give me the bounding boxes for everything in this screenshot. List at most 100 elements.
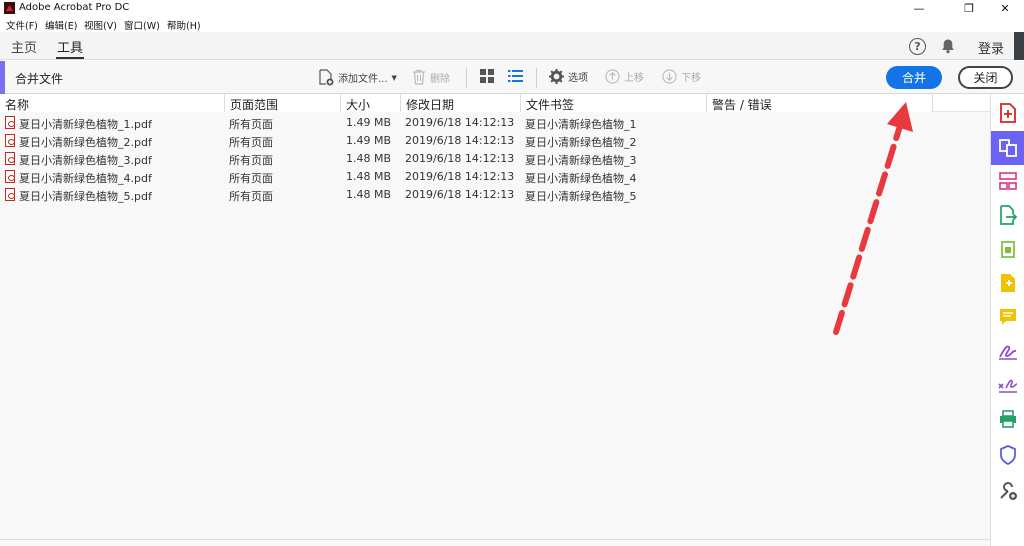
modified-date: 2019/6/18 14:12:13 (405, 134, 515, 147)
send-for-signature-icon[interactable] (996, 373, 1020, 397)
side-handle[interactable] (1014, 32, 1024, 60)
comment-icon[interactable] (996, 305, 1020, 329)
file-size: 1.48 MB (346, 170, 392, 183)
table-row[interactable]: 夏日小清新绿色植物_2.pdf 所有页面 1.49 MB 2019/6/18 1… (0, 132, 700, 150)
file-bookmark: 夏日小清新绿色植物_1 (525, 118, 637, 131)
file-name: 夏日小清新绿色植物_3.pdf (19, 154, 152, 167)
menu-window[interactable]: 窗口(W) (124, 18, 160, 32)
pdf-file-icon (5, 116, 15, 129)
column-header-bookmark[interactable]: 文件书签 (521, 94, 707, 112)
window-title: Adobe Acrobat Pro DC (19, 2, 130, 13)
tools-pane (990, 94, 1024, 546)
menu-view[interactable]: 视图(V) (84, 18, 117, 32)
file-bookmark: 夏日小清新绿色植物_2 (525, 136, 637, 149)
file-name: 夏日小清新绿色植物_5.pdf (19, 190, 152, 203)
file-bookmark: 夏日小清新绿色植物_5 (525, 190, 637, 203)
page-range[interactable]: 所有页面 (229, 188, 273, 204)
column-header-size[interactable]: 大小 (341, 94, 401, 112)
tab-home[interactable]: 主页 (11, 37, 37, 56)
combine-files-icon[interactable] (991, 131, 1024, 165)
add-files-label: 添加文件... (338, 74, 388, 85)
options-label: 选项 (568, 73, 588, 84)
file-name: 夏日小清新绿色植物_4.pdf (19, 172, 152, 185)
file-size: 1.49 MB (346, 134, 392, 147)
edit-pdf-icon[interactable] (996, 237, 1020, 261)
export-pdf-icon[interactable] (996, 203, 1020, 227)
create-pdf-icon[interactable] (996, 101, 1020, 125)
add-files-button[interactable]: 添加文件... ▼ (318, 69, 397, 86)
arrow-down-icon (662, 69, 677, 84)
active-tab-indicator (56, 57, 84, 59)
table-row[interactable]: 夏日小清新绿色植物_4.pdf 所有页面 1.48 MB 2019/6/18 1… (0, 168, 700, 186)
column-header-modified[interactable]: 修改日期 (401, 94, 521, 112)
page-range[interactable]: 所有页面 (229, 116, 273, 132)
close-window-button[interactable]: ✕ (990, 0, 1020, 17)
file-bookmark: 夏日小清新绿色植物_4 (525, 172, 637, 185)
page-range[interactable]: 所有页面 (229, 152, 273, 168)
column-header-name[interactable]: 名称 (0, 94, 225, 112)
minimize-button[interactable]: — (904, 0, 934, 17)
file-size: 1.48 MB (346, 152, 392, 165)
file-bookmark: 夏日小清新绿色植物_3 (525, 154, 637, 167)
table-row[interactable]: 夏日小清新绿色植物_5.pdf 所有页面 1.48 MB 2019/6/18 1… (0, 186, 700, 204)
menu-file[interactable]: 文件(F) (6, 18, 38, 32)
page-range[interactable]: 所有页面 (229, 170, 273, 186)
menu-edit[interactable]: 编辑(E) (45, 18, 77, 32)
tool-accent-bar (0, 61, 5, 94)
combine-button[interactable]: 合并 (886, 66, 942, 89)
notification-bell-icon[interactable] (940, 38, 956, 54)
move-down-label: 下移 (681, 73, 701, 84)
help-icon[interactable]: ? (909, 38, 926, 55)
pdf-file-icon (5, 152, 15, 165)
close-tool-button[interactable]: 关闭 (958, 66, 1013, 89)
modified-date: 2019/6/18 14:12:13 (405, 170, 515, 183)
column-header-page-range[interactable]: 页面范围 (225, 94, 341, 112)
create-form-icon[interactable] (996, 271, 1020, 295)
more-tools-icon[interactable] (996, 479, 1020, 503)
table-row[interactable]: 夏日小清新绿色植物_1.pdf 所有页面 1.49 MB 2019/6/18 1… (0, 114, 700, 132)
organize-pages-icon[interactable] (996, 169, 1020, 193)
acrobat-logo-icon (4, 2, 15, 14)
toolbar-title: 合并文件 (15, 72, 64, 86)
restore-button[interactable]: ❐ (954, 0, 984, 17)
tab-bar: 主页 工具 ? 登录 (0, 32, 1024, 60)
menu-bar: 文件(F) 编辑(E) 视图(V) 窗口(W) 帮助(H) (0, 17, 1024, 32)
page-range[interactable]: 所有页面 (229, 134, 273, 150)
list-view-button[interactable] (508, 69, 523, 83)
login-link[interactable]: 登录 (978, 38, 1004, 57)
title-bar: Adobe Acrobat Pro DC — ❐ ✕ (0, 0, 1024, 17)
modified-date: 2019/6/18 14:12:13 (405, 116, 515, 129)
grid-view-button[interactable] (480, 69, 494, 83)
file-size: 1.48 MB (346, 188, 392, 201)
annotation-arrow-icon (833, 102, 913, 335)
move-up-label: 上移 (624, 73, 644, 84)
fill-sign-icon[interactable] (996, 339, 1020, 363)
modified-date: 2019/6/18 14:12:13 (405, 188, 515, 201)
file-name: 夏日小清新绿色植物_1.pdf (19, 118, 152, 131)
delete-label: 删除 (430, 73, 450, 85)
chevron-down-icon: ▼ (391, 73, 397, 82)
table-row[interactable]: 夏日小清新绿色植物_3.pdf 所有页面 1.48 MB 2019/6/18 1… (0, 150, 700, 168)
bottom-divider (0, 539, 990, 540)
arrow-up-icon (605, 69, 620, 84)
file-size: 1.49 MB (346, 116, 392, 129)
pdf-file-icon (5, 134, 15, 147)
modified-date: 2019/6/18 14:12:13 (405, 152, 515, 165)
print-production-icon[interactable] (996, 407, 1020, 431)
trash-icon (413, 69, 425, 85)
menu-help[interactable]: 帮助(H) (167, 18, 201, 32)
move-down-button[interactable]: 下移 (662, 69, 701, 84)
gear-icon (549, 69, 564, 84)
delete-button[interactable]: 删除 (412, 69, 450, 85)
move-up-button[interactable]: 上移 (605, 69, 644, 84)
add-file-icon (319, 69, 334, 86)
pdf-file-icon (5, 188, 15, 201)
tab-tools[interactable]: 工具 (57, 37, 83, 56)
list-view-icon (508, 70, 523, 82)
grid-view-icon (480, 69, 494, 83)
combine-toolbar: 合并文件 添加文件... ▼ 删除 选项 上移 下移 合并 关闭 (0, 61, 1024, 94)
toolbar-divider (466, 68, 467, 88)
toolbar-divider (536, 68, 537, 88)
protect-icon[interactable] (996, 443, 1020, 467)
options-button[interactable]: 选项 (549, 69, 588, 84)
